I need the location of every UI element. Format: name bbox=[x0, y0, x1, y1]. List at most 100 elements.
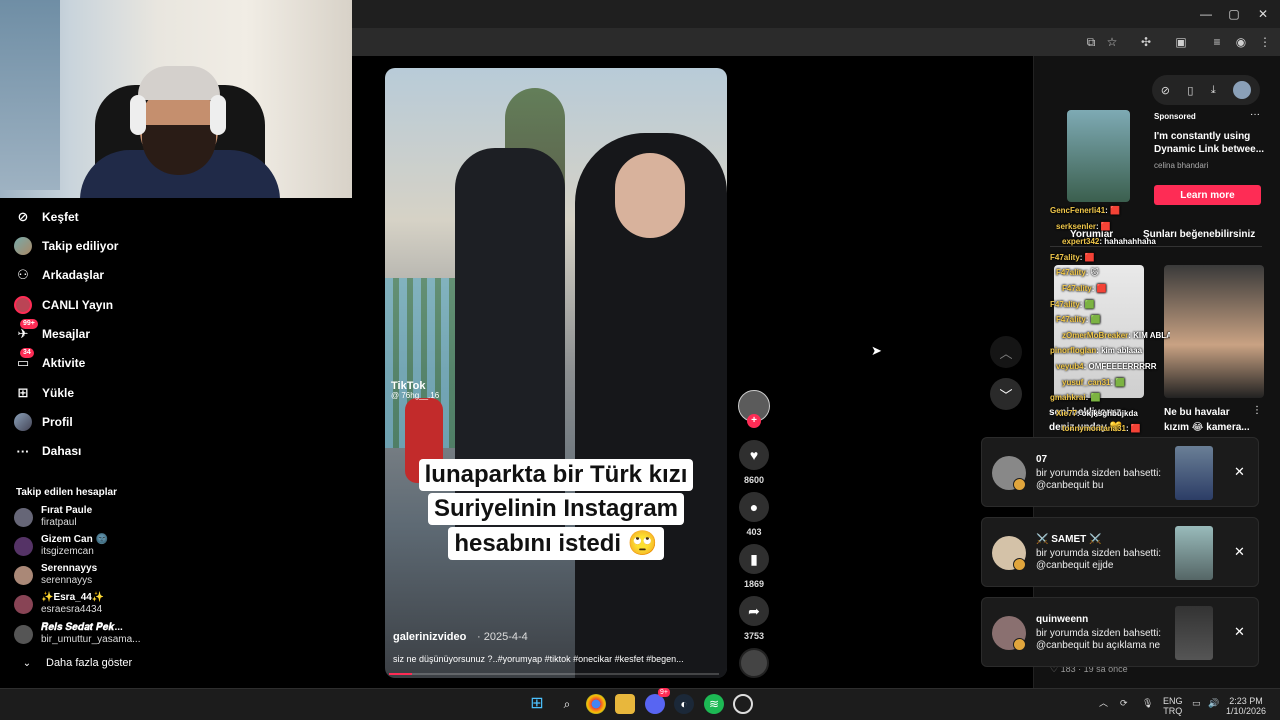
bookmark-icon[interactable]: ▮ bbox=[739, 544, 769, 574]
app-icon[interactable] bbox=[733, 694, 753, 714]
sidebar-item-label: Arkadaşlar bbox=[42, 268, 105, 282]
profile-icon[interactable]: ◉ bbox=[1233, 34, 1249, 50]
clock-date: 1/10/2026 bbox=[1226, 706, 1267, 716]
discord-badge: 9+ bbox=[658, 688, 670, 697]
chat-message: F47ality: 🟩 bbox=[1050, 300, 1095, 309]
ad-thumbnail[interactable] bbox=[1067, 110, 1130, 202]
sidebar-item-label: Mesajlar bbox=[42, 327, 91, 341]
chat-text: : 🟩 bbox=[1085, 393, 1101, 403]
ad-title[interactable]: I'm constantly using Dynamic Link betwee… bbox=[1154, 130, 1266, 156]
followed-account[interactable]: Serennayys serennayys bbox=[14, 562, 97, 588]
avatar[interactable] bbox=[1233, 81, 1252, 99]
mention-notification[interactable]: 07 bir yorumda sizden bahsetti: @canbequ… bbox=[981, 437, 1259, 507]
chat-username: expert342 bbox=[1062, 237, 1100, 247]
start-icon[interactable]: ⊞ bbox=[527, 694, 547, 714]
compass-icon: ⊘ bbox=[17, 209, 29, 224]
previous-video-button[interactable]: ︿ bbox=[990, 336, 1022, 368]
search-icon[interactable]: ⌕ bbox=[557, 694, 577, 714]
media-icon[interactable]: ≡ bbox=[1209, 34, 1225, 50]
chrome-icon[interactable] bbox=[586, 694, 606, 714]
close-window-button[interactable]: ✕ bbox=[1255, 6, 1271, 22]
mention-notification[interactable]: quinweenn bir yorumda sizden bahsetti: @… bbox=[981, 597, 1259, 667]
chevron-down-icon: ﹀ bbox=[999, 387, 1013, 403]
sidebar-item-kesfet[interactable]: ⊘ Keşfet bbox=[14, 205, 79, 229]
chat-message: expert342: hahahahhaha bbox=[1062, 237, 1156, 246]
headset-left bbox=[130, 95, 146, 135]
chat-username: yusuf_can31 bbox=[1062, 377, 1111, 387]
close-icon[interactable]: ✕ bbox=[1234, 544, 1245, 560]
share-icon[interactable]: ➦ bbox=[739, 596, 769, 626]
steam-icon[interactable]: ◐ bbox=[674, 694, 694, 714]
show-more-button[interactable]: ⌄ Daha fazla göster bbox=[18, 651, 132, 675]
video-progress-bar[interactable] bbox=[389, 673, 719, 675]
like-count: 8600 bbox=[743, 475, 765, 485]
sidebar-item-dahasi[interactable]: ··· Dahası bbox=[14, 439, 82, 463]
account-handle: esraesra4434 bbox=[41, 604, 103, 615]
chevron-down-icon: ⌄ bbox=[22, 657, 32, 669]
sidebar-item-label: Dahası bbox=[42, 444, 82, 458]
compass-icon[interactable]: ⊘ bbox=[1161, 84, 1170, 97]
microphone-icon[interactable]: 🎙 bbox=[1142, 698, 1153, 708]
files-icon[interactable] bbox=[615, 694, 635, 714]
heart-icon[interactable]: ♥ bbox=[739, 440, 769, 470]
sidebar-item-yukle[interactable]: ⊞ Yükle bbox=[14, 381, 74, 405]
more-options-icon[interactable]: ⋮ bbox=[1252, 405, 1262, 416]
chat-username: serksenler bbox=[1056, 221, 1097, 231]
sidebar-item-mesajlar[interactable]: ✈ 99+ Mesajlar bbox=[14, 319, 91, 346]
account-handle: bir_umuttur_yasama... bbox=[41, 634, 141, 645]
close-icon[interactable]: ✕ bbox=[1234, 624, 1245, 640]
sidebar-item-aktivite[interactable]: ▭ 34 Aktivite bbox=[14, 348, 85, 375]
video-author[interactable]: galerinizvideo bbox=[393, 631, 466, 643]
mention-notification[interactable]: ⚔️ SAMET ⚔️ bir yorumda sizden bahsetti:… bbox=[981, 517, 1259, 587]
next-video-button[interactable]: ﹀ bbox=[990, 378, 1022, 410]
clock[interactable]: 2:23 PM 1/10/2026 bbox=[1226, 696, 1266, 716]
menu-icon[interactable]: ⋮ bbox=[1257, 34, 1273, 50]
followed-account[interactable]: ✨Esra_44✨ esraesra4434 bbox=[14, 591, 104, 617]
chat-message: F47ality: 🟩 bbox=[1056, 315, 1101, 324]
recommended-video-title[interactable]: Ne bu havalar kızım 😂 kamera... bbox=[1164, 405, 1254, 435]
star-icon[interactable]: ☆ bbox=[1104, 34, 1120, 50]
sync-icon[interactable]: ⟳ bbox=[1120, 698, 1128, 708]
learn-more-button[interactable]: Learn more bbox=[1154, 185, 1261, 205]
sidebar-item-profil[interactable]: Profil bbox=[14, 410, 73, 434]
language-bottom: TRQ bbox=[1163, 706, 1183, 716]
chat-username: Xie77 bbox=[1056, 408, 1077, 418]
like-action[interactable]: ♥ 8600 bbox=[738, 440, 770, 485]
notification-text: bir yorumda sizden bahsetti: @canbequit … bbox=[1036, 548, 1162, 571]
discord-icon[interactable]: 9+ bbox=[645, 688, 670, 714]
phone-icon[interactable]: ▯ bbox=[1187, 84, 1193, 97]
maximize-button[interactable]: ▢ bbox=[1226, 6, 1242, 22]
video-description[interactable]: siz ne düşünüyorsunuz ?..#yorumyap #tikt… bbox=[393, 654, 723, 664]
comment-count: 403 bbox=[746, 527, 762, 537]
save-action[interactable]: ▮ 1869 bbox=[738, 544, 770, 589]
tray-chevron-icon[interactable]: ︿ bbox=[1099, 698, 1108, 708]
followed-account[interactable]: 𝑹𝒆𝒊𝒔 𝑺𝒆𝒅𝒂𝒕 𝑷𝒆𝒌... bir_umuttur_yasama... bbox=[14, 621, 141, 647]
download-icon[interactable]: ⤓ bbox=[1211, 84, 1216, 97]
language-indicator[interactable]: ENG TRQ bbox=[1163, 696, 1183, 716]
followed-account[interactable]: Gizem Can 🌚 itsgizemcan bbox=[14, 533, 108, 559]
chat-text: : KIM ABLA bbox=[1128, 330, 1170, 340]
follow-plus-icon[interactable]: + bbox=[747, 414, 761, 428]
sidebar-item-canli[interactable]: CANLI Yayın bbox=[14, 293, 113, 317]
more-options-icon[interactable]: ··· bbox=[1250, 109, 1260, 120]
account-handle: firatpaul bbox=[41, 517, 77, 528]
minimize-button[interactable]: — bbox=[1198, 6, 1214, 22]
volume-icon[interactable]: 🔊 bbox=[1208, 698, 1219, 708]
comment-action[interactable]: ● 403 bbox=[738, 492, 770, 537]
sidebar-item-takip[interactable]: Takip ediliyor bbox=[14, 234, 118, 258]
followed-account[interactable]: Fırat Paule firatpaul bbox=[14, 504, 92, 530]
spotify-icon[interactable]: ≋ bbox=[704, 694, 724, 714]
recommended-video-thumb[interactable] bbox=[1164, 265, 1264, 398]
account-handle: serennayys bbox=[41, 575, 93, 586]
sidebar-item-arkadaslar[interactable]: ⚇ Arkadaşlar bbox=[14, 263, 104, 287]
music-disc-icon[interactable] bbox=[739, 648, 769, 678]
save-count: 1869 bbox=[743, 579, 765, 589]
extensions-icon[interactable]: ✣ bbox=[1138, 34, 1154, 50]
video-player[interactable]: TikTok @ 76hg__.16 lunaparkta bir Türk k… bbox=[385, 68, 727, 678]
close-icon[interactable]: ✕ bbox=[1234, 464, 1245, 480]
comment-icon[interactable]: ● bbox=[739, 492, 769, 522]
install-icon[interactable]: ⧉ bbox=[1083, 34, 1099, 50]
network-icon[interactable]: ▭ bbox=[1192, 698, 1201, 708]
sidepanel-icon[interactable]: ▣ bbox=[1173, 34, 1189, 50]
share-action[interactable]: ➦ 3753 bbox=[738, 596, 770, 641]
